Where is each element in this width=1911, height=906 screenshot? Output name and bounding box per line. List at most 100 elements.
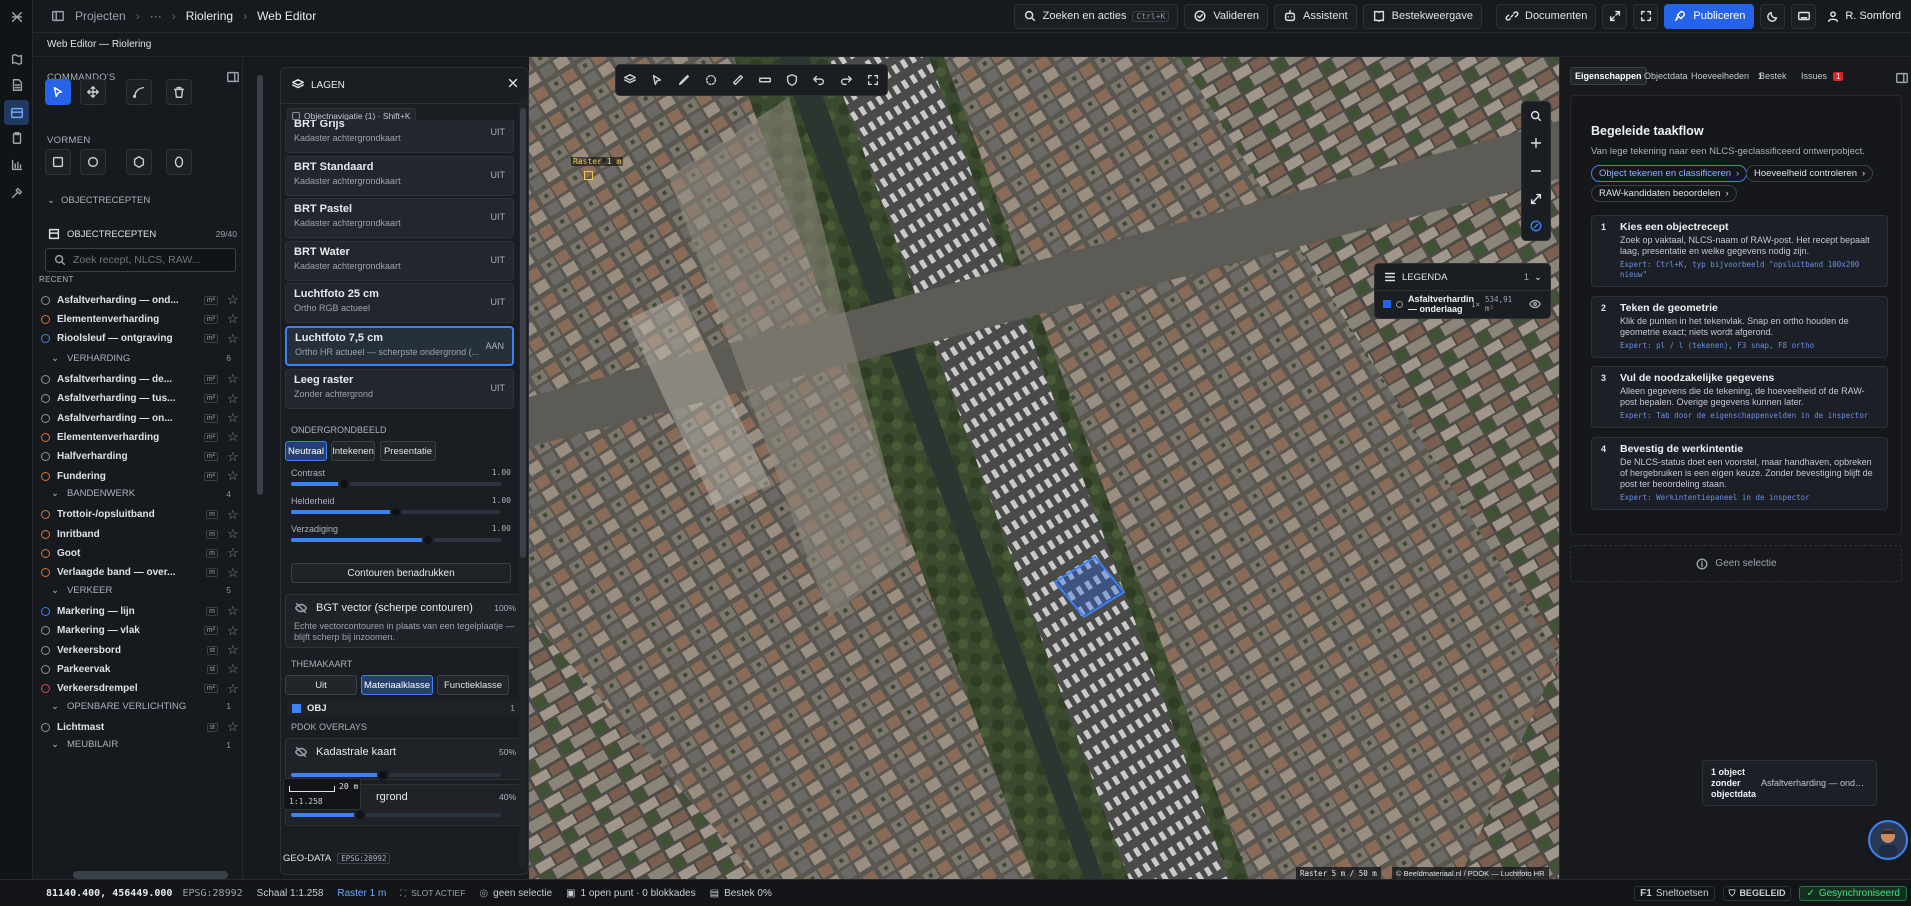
zoom-in-icon[interactable] bbox=[1529, 136, 1543, 150]
panel-collapse-icon[interactable] bbox=[226, 70, 240, 84]
eye-off-icon[interactable] bbox=[294, 601, 308, 615]
redo-icon[interactable] bbox=[839, 73, 853, 87]
layer-item[interactable]: BRT Standaard Kadaster achtergrondkaart UI… bbox=[285, 155, 514, 196]
documents-button[interactable]: Documenten bbox=[1496, 3, 1597, 29]
layer-item[interactable]: BRT Grijs Kadaster achtergrondkaart UIT bbox=[285, 120, 514, 153]
star-icon[interactable]: ☆ bbox=[227, 565, 241, 581]
recipe-search-input[interactable] bbox=[73, 254, 223, 266]
polygon-tool-icon[interactable] bbox=[126, 149, 152, 175]
recipe-group-header[interactable]: ⌄ VERHARDING 6 bbox=[51, 349, 241, 367]
flow-pill[interactable]: Hoeveelheid controleren › bbox=[1746, 165, 1874, 182]
eye-off-icon[interactable] bbox=[294, 745, 308, 759]
slider-track[interactable] bbox=[291, 478, 501, 490]
layer-item[interactable]: Luchtfoto 25 cm Ortho RGB actueel UIT bbox=[285, 283, 514, 324]
star-icon[interactable]: ☆ bbox=[227, 410, 241, 426]
flow-step[interactable]: 3 Vul de noodzakelijke gegevens Alleen geg… bbox=[1591, 366, 1888, 428]
star-icon[interactable]: ☆ bbox=[227, 429, 241, 445]
bgt-vector-card[interactable]: BGT vector (scherpe contouren) 100% Echt… bbox=[285, 594, 523, 648]
star-icon[interactable]: ☆ bbox=[227, 468, 241, 484]
breadcrumb-project[interactable]: Riolering bbox=[186, 9, 233, 23]
zoom-extent-icon[interactable] bbox=[1529, 192, 1543, 206]
tab-eigenschappen[interactable]: Eigenschappen bbox=[1570, 67, 1647, 85]
missing-data-card[interactable]: 1 object zonder objectdata Asfaltverhard… bbox=[1702, 760, 1877, 806]
obj-row[interactable]: OBJ 1 bbox=[287, 700, 523, 716]
mode-option[interactable]: Uit bbox=[285, 675, 357, 695]
search-actions-button[interactable]: Zoeken en acties Ctrl+K bbox=[1013, 3, 1179, 29]
panel-dock-icon[interactable] bbox=[1895, 71, 1909, 85]
layers-scrollbar-thumb[interactable] bbox=[520, 108, 526, 558]
star-icon[interactable]: ☆ bbox=[227, 681, 241, 697]
overlay-opacity-slider[interactable] bbox=[291, 809, 501, 821]
star-icon[interactable]: ☆ bbox=[227, 526, 241, 542]
eye-icon[interactable] bbox=[1528, 297, 1542, 311]
user-menu[interactable]: R. Somford bbox=[1826, 9, 1901, 23]
chevron-down-icon[interactable]: ⌄ bbox=[1534, 272, 1542, 283]
ellipse-tool-icon[interactable] bbox=[166, 149, 192, 175]
layers-scrollbar-track[interactable] bbox=[519, 98, 527, 868]
shield-icon[interactable] bbox=[785, 73, 799, 87]
star-icon[interactable]: ☆ bbox=[227, 391, 241, 407]
map-canvas[interactable]: Raster 1 m LEGENDA 1 ⌄ Asfaltverhardin —… bbox=[529, 57, 1559, 879]
layer-item[interactable]: BRT Pastel Kadaster achtergrondkaart UIT bbox=[285, 198, 514, 239]
undo-icon[interactable] bbox=[812, 73, 826, 87]
raster-marker[interactable] bbox=[584, 171, 593, 180]
theme-toggle-button[interactable] bbox=[1760, 3, 1786, 29]
delete-tool-icon[interactable] bbox=[166, 79, 192, 105]
slider-track[interactable] bbox=[291, 506, 501, 518]
rail-tools-icon[interactable] bbox=[4, 180, 29, 205]
open-points[interactable]: ▣ 1 open punt · 0 blokkades bbox=[566, 888, 696, 899]
snap-lock[interactable]: ⛶ SLOT ACTIEF bbox=[400, 888, 465, 899]
move-tool-icon[interactable] bbox=[80, 79, 106, 105]
guided-mode-toggle[interactable]: ⛉ BEGELEID bbox=[1722, 885, 1792, 901]
mode-option[interactable]: Presentatie bbox=[380, 441, 436, 461]
rectangle-tool-icon[interactable] bbox=[45, 149, 71, 175]
star-icon[interactable]: ☆ bbox=[227, 449, 241, 465]
layers-icon[interactable] bbox=[623, 73, 637, 87]
breadcrumb-ellipsis[interactable]: ··· bbox=[150, 9, 162, 23]
zoom-out-icon[interactable] bbox=[1529, 164, 1543, 178]
fit-view-icon[interactable] bbox=[866, 73, 880, 87]
star-icon[interactable]: ☆ bbox=[227, 661, 241, 677]
star-icon[interactable]: ☆ bbox=[227, 719, 241, 735]
app-logo-icon[interactable] bbox=[4, 4, 29, 29]
flow-step[interactable]: 4 Bevestig de werkintentie De NLCS-status … bbox=[1591, 437, 1888, 510]
status-raster[interactable]: Raster 1 m bbox=[337, 888, 386, 899]
star-icon[interactable]: ☆ bbox=[227, 623, 241, 639]
horizontal-scrollbar[interactable] bbox=[73, 871, 228, 879]
vertical-scrollbar-thumb[interactable] bbox=[257, 75, 263, 495]
keyboard-button[interactable] bbox=[1791, 3, 1817, 29]
legend-item[interactable]: Asfaltverhardin — onderlaag 1× 534,91 m² bbox=[1375, 291, 1550, 317]
sidebar-toggle-icon[interactable] bbox=[51, 9, 65, 23]
star-icon[interactable]: ☆ bbox=[227, 331, 241, 347]
flow-step[interactable]: 2 Teken de geometrie Klik de punten in het… bbox=[1591, 296, 1888, 358]
recipe-group-header[interactable]: ⌄ VERKEER 5 bbox=[51, 581, 241, 599]
bestek-progress[interactable]: ▤ Bestek 0% bbox=[710, 888, 772, 899]
fullscreen-button[interactable] bbox=[1633, 3, 1659, 29]
layer-item[interactable]: BRT Water Kadaster achtergrondkaart UIT bbox=[285, 240, 514, 281]
mode-option[interactable]: Neutraal bbox=[285, 441, 327, 461]
tab-issues[interactable]: Issues 1 bbox=[1797, 67, 1847, 85]
rail-document-icon[interactable] bbox=[4, 72, 29, 97]
status-scale[interactable]: Schaal 1:1.258 bbox=[257, 888, 324, 899]
star-icon[interactable]: ☆ bbox=[227, 311, 241, 327]
slider-knob[interactable] bbox=[337, 478, 350, 490]
pen-icon[interactable] bbox=[677, 73, 691, 87]
ruler-icon[interactable] bbox=[758, 73, 772, 87]
select-tool-icon[interactable] bbox=[45, 79, 71, 105]
rail-clipboard-icon[interactable] bbox=[4, 125, 29, 150]
shortcuts-button[interactable]: F1 Sneltoetsen bbox=[1634, 885, 1715, 901]
flow-step[interactable]: 1 Kies een objectrecept Zoek op vaktaal, N… bbox=[1591, 215, 1888, 287]
rail-chart-icon[interactable] bbox=[4, 152, 29, 177]
tab-objectdata[interactable]: Objectdata bbox=[1640, 67, 1692, 85]
flow-pill[interactable]: Object tekenen en classificeren › bbox=[1591, 165, 1748, 182]
recipe-search-field[interactable] bbox=[45, 248, 236, 272]
breadcrumb-projects[interactable]: Projecten bbox=[75, 9, 126, 23]
assistant-avatar[interactable] bbox=[1868, 820, 1908, 860]
measure-icon[interactable] bbox=[731, 73, 745, 87]
layer-item[interactable]: Leeg raster Zonder achtergrond UIT bbox=[285, 368, 514, 409]
close-icon[interactable] bbox=[506, 76, 520, 90]
layer-item[interactable]: Luchtfoto 7,5 cm Ortho HR actueel — scher… bbox=[285, 326, 514, 366]
star-icon[interactable]: ☆ bbox=[227, 545, 241, 561]
recipe-group-header[interactable]: ⌄ MEUBILAIR 1 bbox=[51, 736, 241, 754]
publish-button[interactable]: Publiceren bbox=[1664, 3, 1755, 29]
